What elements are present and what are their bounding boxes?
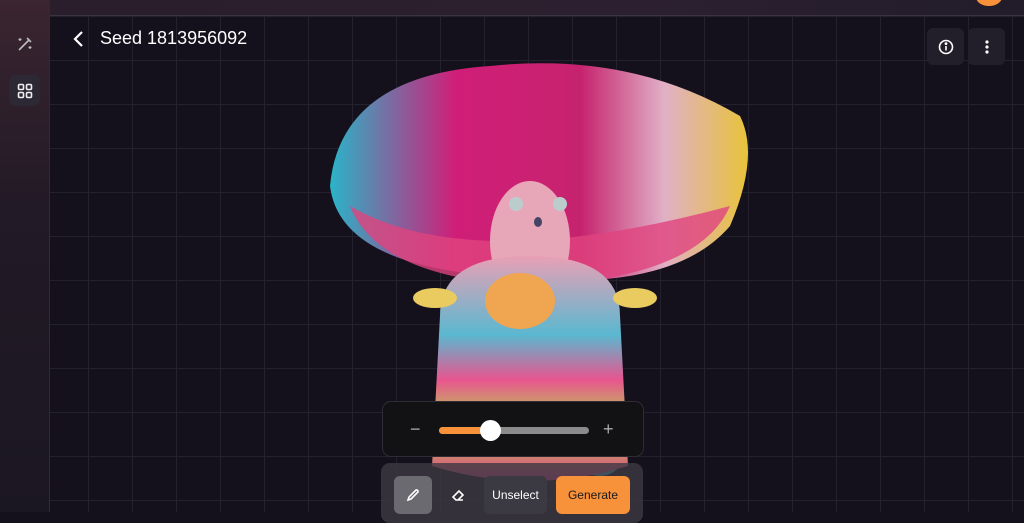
sidebar-item-magic[interactable] — [9, 28, 40, 59]
brush-size-slider[interactable] — [439, 420, 589, 441]
top-bar — [50, 0, 1024, 16]
brush-size-panel: − + — [382, 401, 644, 457]
brush-button[interactable] — [394, 476, 432, 514]
grid-icon — [17, 83, 32, 98]
decrease-button[interactable]: − — [410, 419, 421, 440]
info-button[interactable] — [927, 28, 964, 65]
eraser-icon — [451, 489, 465, 501]
magic-wand-icon — [17, 36, 32, 51]
brush-icon — [406, 489, 419, 502]
sidebar — [0, 0, 50, 512]
page-title: Seed 1813956092 — [100, 28, 248, 48]
info-icon — [938, 39, 953, 54]
sidebar-item-gallery[interactable] — [9, 75, 40, 106]
generate-button[interactable]: Generate — [556, 476, 630, 514]
more-vertical-icon — [984, 39, 989, 54]
selection-toolbar: Unselect Generate — [381, 463, 643, 523]
eraser-button[interactable] — [439, 476, 477, 514]
slider-handle[interactable] — [480, 420, 501, 441]
avatar[interactable] — [976, 0, 1002, 6]
more-button[interactable] — [968, 28, 1005, 65]
page-header: Seed 1813956092 — [72, 28, 247, 49]
unselect-button[interactable]: Unselect — [484, 476, 547, 514]
increase-button[interactable]: + — [603, 419, 614, 440]
chevron-left-icon[interactable] — [72, 30, 86, 48]
